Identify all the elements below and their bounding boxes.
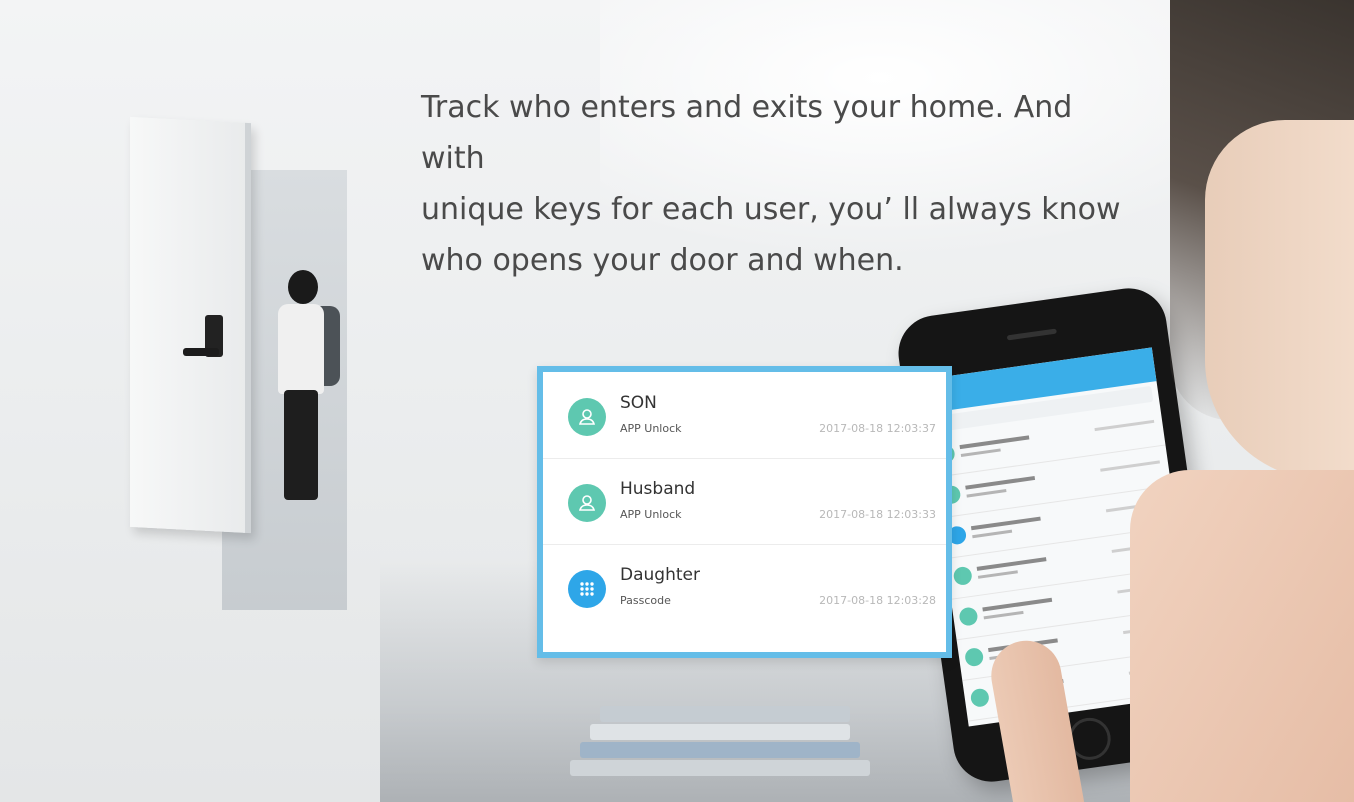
- book-stack: [560, 660, 890, 790]
- history-row: Husband APP Unlock 2017-08-18 12:03:33: [543, 458, 946, 545]
- history-row: Daughter Passcode 2017-08-18 12:03:28: [543, 544, 946, 630]
- user-icon: [568, 398, 606, 436]
- unlock-history-card: SON APP Unlock 2017-08-18 12:03:37 Husba…: [537, 366, 952, 658]
- keypad-icon: [568, 570, 606, 608]
- lock-handle: [183, 348, 219, 356]
- boy-figure: [270, 270, 340, 530]
- promo-scene: Track who enters and exits your home. An…: [0, 0, 1354, 802]
- history-user-name: SON: [620, 393, 657, 413]
- headline: Track who enters and exits your home. An…: [421, 90, 1121, 278]
- history-unlock-method: APP Unlock: [620, 508, 682, 521]
- history-unlock-method: Passcode: [620, 594, 671, 607]
- history-timestamp: 2017-08-18 12:03:33: [819, 508, 936, 521]
- woman-face: [1205, 120, 1354, 480]
- user-icon: [568, 484, 606, 522]
- history-user-name: Daughter: [620, 565, 700, 585]
- history-timestamp: 2017-08-18 12:03:28: [819, 594, 936, 607]
- door: [130, 116, 251, 534]
- woman-hand: [1130, 470, 1354, 802]
- door-illustration: [130, 116, 350, 610]
- history-unlock-method: APP Unlock: [620, 422, 682, 435]
- history-user-name: Husband: [620, 479, 696, 499]
- history-timestamp: 2017-08-18 12:03:37: [819, 422, 936, 435]
- history-row: SON APP Unlock 2017-08-18 12:03:37: [543, 372, 946, 459]
